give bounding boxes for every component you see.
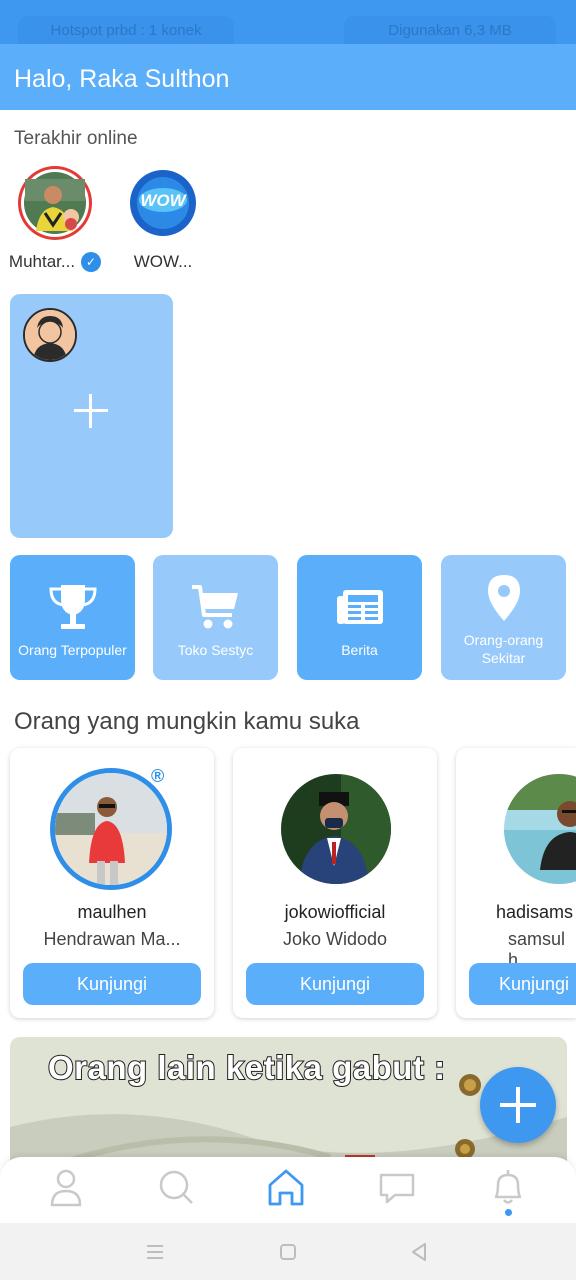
location-pin-icon [488,575,520,621]
home-icon[interactable] [266,1167,306,1207]
menu-orang-terpopuler[interactable]: Orang Terpopuler [10,555,135,680]
menu-berita[interactable]: Berita [297,555,422,680]
app-header: Halo, Raka Sulthon [0,44,576,110]
menu-orang-sekitar[interactable]: Orang-orang Sekitar [441,555,566,680]
person-username: hadisams [496,902,574,922]
online-user-name: WOW... [133,252,193,271]
create-post-button[interactable] [480,1067,556,1143]
person-photo [281,774,391,884]
data-usage-status: Digunakan 6,3 MB [344,16,556,44]
registered-badge: ® [151,766,165,786]
my-avatar [23,308,77,362]
person-photo [55,773,167,885]
menu-label: Berita [341,642,378,658]
svg-text:WOW: WOW [140,191,187,210]
online-user-name: Muhtar... [8,252,76,271]
avatar[interactable] [281,774,391,884]
person-card-jokowiofficial[interactable]: jokowiofficial Joko Widodo Kunjungi [233,748,437,1018]
visit-button[interactable]: Kunjungi [469,963,576,1005]
notification-dot [505,1209,512,1216]
avatar[interactable]: WOW [126,166,200,240]
hotspot-status: Hotspot prbd : 1 konek [18,16,234,44]
person-fullname: Hendrawan Ma... [43,929,181,949]
bell-icon[interactable] [488,1167,528,1207]
wow-logo: WOW [130,170,196,236]
newspaper-icon [337,590,383,624]
post-caption: Orang lain ketika gabut : [47,1048,446,1087]
suggestions-label: Orang yang mungkin kamu suka [14,708,360,735]
menu-label: Orang-orang Sekitar [463,632,544,666]
person-card-hadisams[interactable]: hadisams samsul h Kunjungi [456,748,576,1018]
visit-button[interactable]: Kunjungi [23,963,201,1005]
online-user-muhtar[interactable]: Muhtar... ✓ [5,166,105,272]
recent-apps-icon[interactable] [144,1241,166,1263]
online-user-name-row: Muhtar... ✓ [5,252,105,272]
avatar[interactable] [504,774,576,884]
menu-label: Toko Sestyc [177,642,254,658]
profile-icon[interactable] [46,1167,86,1207]
search-icon[interactable] [156,1167,196,1207]
visit-button[interactable]: Kunjungi [246,963,424,1005]
chat-icon[interactable] [377,1167,417,1207]
person-fullname: Joko Widodo [282,929,388,949]
status-bar: Hotspot prbd : 1 konek Digunakan 6,3 MB [0,0,576,44]
trophy-icon [49,585,97,629]
person-username: jokowiofficial [284,902,386,922]
menu-label: Orang Terpopuler [18,642,127,658]
avatar-photo [21,169,89,237]
online-user-name-row: WOW... [113,252,213,272]
recent-online-label: Terakhir online [14,128,138,149]
cartoon-avatar-icon [25,310,75,360]
system-navigation-bar [0,1223,576,1280]
online-user-wow[interactable]: WOW WOW... [113,166,213,272]
greeting-title: Halo, Raka Sulthon [14,65,230,93]
back-icon[interactable] [408,1241,430,1263]
add-story-card[interactable] [10,294,173,538]
menu-toko-sestyc[interactable]: Toko Sestyc [153,555,278,680]
verified-check-icon: ✓ [81,252,102,272]
cart-icon [192,585,238,629]
plus-icon[interactable] [74,394,108,428]
home-button-icon[interactable] [277,1241,299,1263]
person-username: maulhen [77,902,147,922]
bottom-navigation [0,1157,576,1223]
person-photo [504,774,576,884]
avatar[interactable] [18,166,92,240]
person-card-maulhen[interactable]: ® maulhen Hendrawan Ma... Kunjungi [10,748,214,1018]
